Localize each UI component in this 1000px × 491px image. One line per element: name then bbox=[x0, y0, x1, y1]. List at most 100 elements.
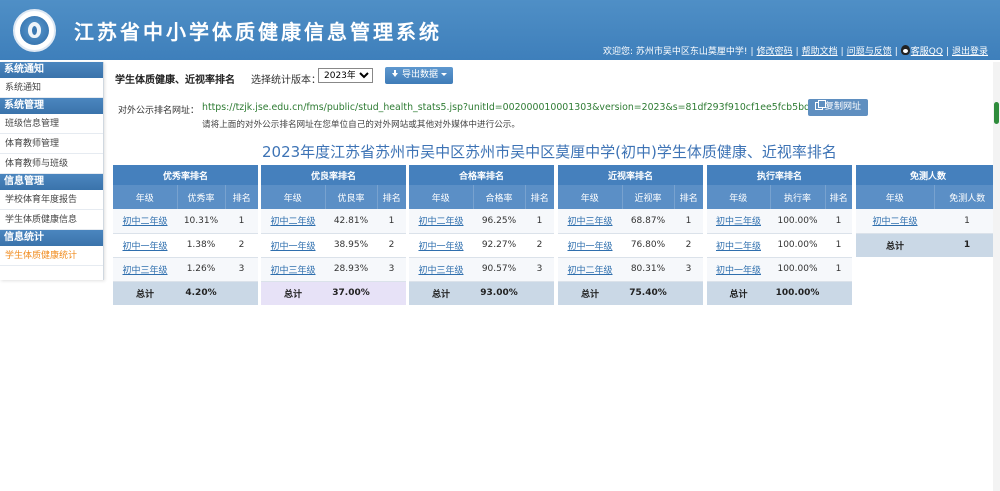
chevron-down-icon bbox=[441, 73, 447, 76]
col-header-grade: 年级 bbox=[113, 185, 178, 209]
rate-cell: 1.26% bbox=[177, 257, 225, 282]
sidebar-group-notice: 系统通知 bbox=[0, 62, 103, 78]
grade-link[interactable]: 初中二年级 bbox=[122, 217, 167, 227]
export-label: 导出数据 bbox=[401, 70, 438, 80]
sidebar-item-notice[interactable]: 系统通知 bbox=[0, 78, 103, 98]
sidebar-item-student-health-info[interactable]: 学生体质健康信息 bbox=[0, 210, 103, 230]
export-data-button[interactable]: 导出数据 bbox=[385, 67, 453, 84]
sidebar-item-health-stats[interactable]: 学生体质健康统计 bbox=[0, 246, 103, 266]
page-scrollbar[interactable] bbox=[993, 62, 1000, 491]
grade-link[interactable]: 初中一年级 bbox=[418, 242, 463, 252]
table-row: 初中三年级 1.26% 3 bbox=[113, 257, 259, 282]
col-header-rank: 排名 bbox=[225, 185, 259, 209]
rank-cell: 1 bbox=[825, 257, 853, 282]
grade-link[interactable]: 初中二年级 bbox=[418, 217, 463, 227]
table-row: 初中三年级 90.57% 3 bbox=[409, 257, 555, 282]
table-row: 初中一年级 92.27% 2 bbox=[409, 233, 555, 258]
total-row: 总计 75.40% bbox=[558, 281, 704, 305]
logout-link[interactable]: 退出登录 bbox=[952, 47, 988, 57]
grade-link[interactable]: 初中三年级 bbox=[270, 266, 315, 276]
sidebar-item-class-info[interactable]: 班级信息管理 bbox=[0, 114, 103, 134]
feedback-link[interactable]: 问题与反馈 bbox=[847, 47, 892, 57]
total-value: 1 bbox=[934, 233, 1000, 257]
download-icon bbox=[391, 70, 399, 78]
table-row: 初中一年级 38.95% 2 bbox=[261, 233, 407, 258]
rate-cell: 1.38% bbox=[177, 233, 225, 258]
rank-cell: 2 bbox=[674, 233, 704, 258]
pass-rate-table: 合格率排名 年级 合格率 排名 初中二年级 96.25% 1 初中一年级 92.… bbox=[409, 165, 555, 305]
col-header-rank: 排名 bbox=[825, 185, 853, 209]
col-header-grade: 年级 bbox=[707, 185, 771, 209]
rank-cell: 1 bbox=[525, 209, 555, 234]
total-empty bbox=[225, 281, 259, 305]
rank-cell: 1 bbox=[674, 209, 704, 234]
sidebar-item-pe-teachers[interactable]: 体育教师管理 bbox=[0, 134, 103, 154]
table-title: 优秀率排名 bbox=[113, 165, 259, 185]
rank-cell: 2 bbox=[525, 233, 555, 258]
rate-cell: 92.27% bbox=[473, 233, 525, 258]
table-title: 执行率排名 bbox=[707, 165, 853, 185]
rate-cell: 100.00% bbox=[770, 233, 825, 258]
public-url-value: https://tzjk.jse.edu.cn/fms/public/stud_… bbox=[202, 102, 861, 113]
table-title: 合格率排名 bbox=[409, 165, 555, 185]
rate-cell: 42.81% bbox=[325, 209, 377, 234]
grade-link[interactable]: 初中三年级 bbox=[716, 217, 761, 227]
rank-cell: 3 bbox=[225, 257, 259, 282]
public-url-hint: 请将上面的对外公示排名网址在您单位自己的对外网站或其他对外媒体中进行公示。 bbox=[202, 120, 520, 130]
qq-icon bbox=[900, 45, 910, 55]
change-password-link[interactable]: 修改密码 bbox=[757, 47, 793, 57]
version-select[interactable]: 2023年度 bbox=[318, 68, 373, 83]
total-value: 75.40% bbox=[622, 281, 674, 305]
rank-cell: 1 bbox=[825, 233, 853, 258]
user-bar: 欢迎您: 苏州市吴中区东山莫厘中学! | 修改密码 | 帮助文档 | 问题与反馈 | 客服QQ |… bbox=[603, 45, 988, 57]
exempt-count-table: 免测人数 年级 免测人数 初中二年级 1 总计 1 bbox=[856, 165, 1000, 257]
grade-link[interactable]: 初中二年级 bbox=[872, 217, 917, 227]
logo-icon bbox=[13, 9, 56, 52]
scrollbar-thumb[interactable] bbox=[994, 102, 999, 124]
sidebar-item-teachers-classes[interactable]: 体育教师与班级 bbox=[0, 154, 103, 174]
col-header-rate: 优秀率 bbox=[177, 185, 226, 209]
copy-label: 复制网址 bbox=[824, 102, 861, 112]
col-header-grade: 年级 bbox=[261, 185, 326, 209]
help-link[interactable]: 帮助文档 bbox=[802, 47, 838, 57]
sidebar-item-annual-report[interactable]: 学校体育年度报告 bbox=[0, 190, 103, 210]
sidebar-group-info: 信息管理 bbox=[0, 174, 103, 190]
total-value: 93.00% bbox=[473, 281, 525, 305]
total-row: 总计 37.00% bbox=[261, 281, 407, 305]
grade-link[interactable]: 初中二年级 bbox=[270, 217, 315, 227]
excellent-rate-table: 优秀率排名 年级 优秀率 排名 初中二年级 10.31% 1 初中一年级 1.3… bbox=[113, 165, 259, 305]
rate-cell: 10.31% bbox=[177, 209, 225, 234]
table-row: 初中三年级 28.93% 3 bbox=[261, 257, 407, 282]
page-label: 学生体质健康、近视率排名 bbox=[115, 75, 235, 86]
table-row: 初中一年级 1.38% 2 bbox=[113, 233, 259, 258]
total-empty bbox=[674, 281, 704, 305]
grade-link[interactable]: 初中二年级 bbox=[716, 242, 761, 252]
grade-link[interactable]: 初中一年级 bbox=[270, 242, 315, 252]
table-title: 近视率排名 bbox=[558, 165, 704, 185]
total-row: 总计 93.00% bbox=[409, 281, 555, 305]
report-title: 2023年度江苏省苏州市吴中区苏州市吴中区莫厘中学(初中)学生体质健康、近视率排… bbox=[262, 143, 837, 161]
execution-rate-table: 执行率排名 年级 执行率 排名 初中三年级 100.00% 1 初中二年级 10… bbox=[707, 165, 853, 305]
copy-url-button[interactable]: 复制网址 bbox=[808, 99, 868, 116]
grade-link[interactable]: 初中三年级 bbox=[567, 217, 612, 227]
myopia-rate-table: 近视率排名 年级 近视率 排名 初中三年级 68.87% 1 初中一年级 76.… bbox=[558, 165, 704, 305]
grade-link[interactable]: 初中一年级 bbox=[122, 242, 167, 252]
total-label: 总计 bbox=[261, 281, 325, 305]
public-url-label: 对外公示排名网址： bbox=[118, 106, 200, 116]
grade-link[interactable]: 初中一年级 bbox=[716, 266, 761, 276]
col-header-rate: 优良率 bbox=[325, 185, 378, 209]
qq-link[interactable]: 客服QQ bbox=[911, 47, 943, 57]
app-title: 江苏省中小学体质健康信息管理系统 bbox=[74, 20, 442, 44]
col-header-rank: 排名 bbox=[525, 185, 555, 209]
rate-cell: 80.31% bbox=[622, 257, 674, 282]
col-header-rate: 合格率 bbox=[473, 185, 526, 209]
rank-cell: 3 bbox=[377, 257, 407, 282]
total-value: 4.20% bbox=[177, 281, 225, 305]
grade-link[interactable]: 初中一年级 bbox=[567, 242, 612, 252]
total-row: 总计 100.00% bbox=[707, 281, 853, 305]
grade-link[interactable]: 初中三年级 bbox=[418, 266, 463, 276]
grade-link[interactable]: 初中二年级 bbox=[567, 266, 612, 276]
rank-cell: 1 bbox=[825, 209, 853, 234]
grade-link[interactable]: 初中三年级 bbox=[122, 266, 167, 276]
app-header: 江苏省中小学体质健康信息管理系统 欢迎您: 苏州市吴中区东山莫厘中学! | 修改密码… bbox=[0, 0, 1000, 60]
